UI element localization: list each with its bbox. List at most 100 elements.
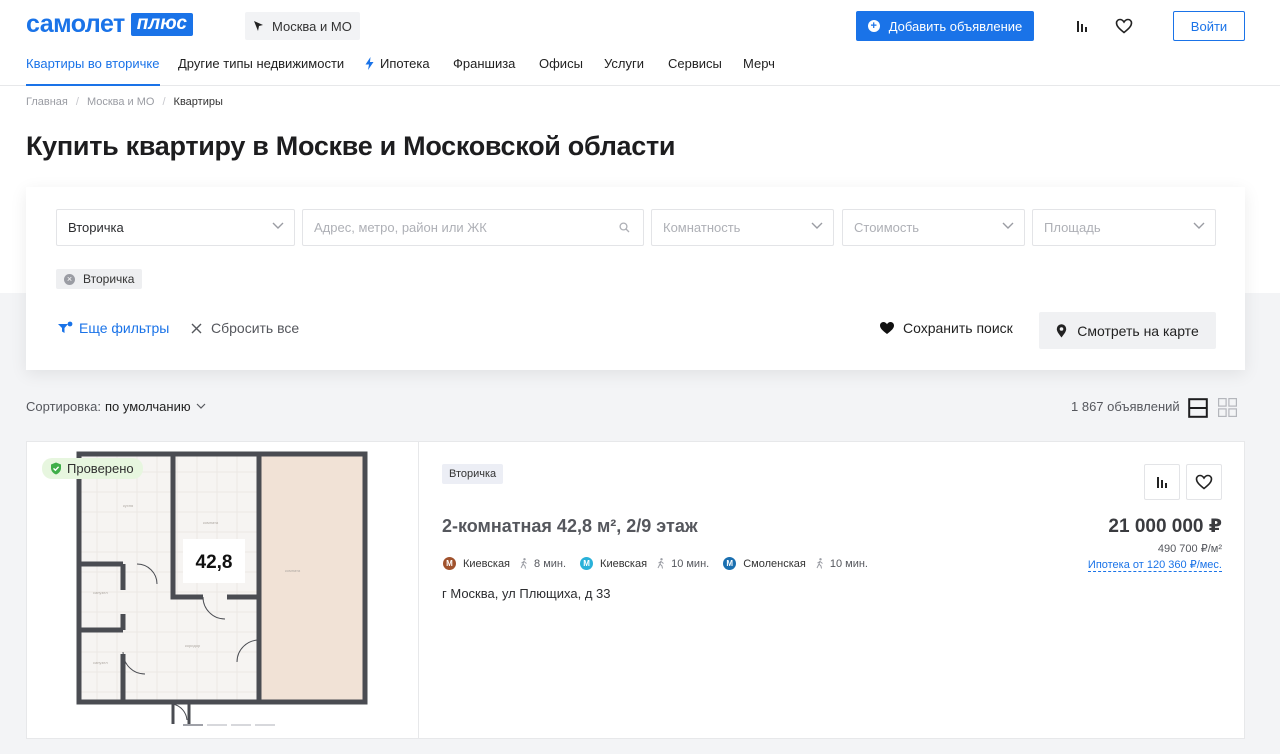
active-filter-chip[interactable]: × Вторичка — [56, 269, 143, 289]
show-on-map-label: Смотреть на карте — [1077, 322, 1199, 339]
list-view-icon[interactable] — [1188, 398, 1208, 423]
logo[interactable]: самолет плюс — [26, 12, 193, 37]
nav-item-mortgage[interactable]: Ипотека — [365, 56, 430, 86]
search-icon — [619, 222, 630, 233]
photo-dot[interactable] — [183, 724, 203, 726]
nav-item-services[interactable]: Услуги — [604, 56, 644, 86]
market-type-value: Вторичка — [68, 220, 124, 235]
more-filters-label: Еще фильтры — [79, 320, 170, 336]
svg-text:санузел: санузел — [93, 660, 108, 665]
metro-icon: M — [443, 557, 456, 570]
location-arrow-icon — [254, 21, 263, 31]
breadcrumb-home[interactable]: Главная — [26, 96, 68, 108]
reset-all-button[interactable]: Сбросить все — [191, 320, 299, 336]
page-title: Купить квартиру в Москве и Московской об… — [26, 131, 676, 161]
login-button[interactable]: Войти — [1173, 11, 1245, 41]
walking-icon — [816, 558, 823, 569]
nav-item-other-property[interactable]: Другие типы недвижимости — [178, 56, 344, 86]
add-listing-label: Добавить объявление — [888, 18, 1023, 34]
show-on-map-button[interactable]: Смотреть на карте — [1039, 312, 1216, 349]
breadcrumb: Главная / Москва и МО / Квартиры — [26, 96, 223, 108]
listing-type-tag: Вторичка — [442, 464, 504, 484]
breadcrumb-current: Квартиры — [173, 96, 223, 108]
more-filters-button[interactable]: Еще фильтры — [57, 320, 169, 336]
listing-photo[interactable]: 42,8 кухня комната комната санузел сануз… — [27, 442, 419, 738]
nav-item-tools[interactable]: Сервисы — [668, 56, 722, 86]
heart-icon — [1195, 474, 1213, 490]
sort-value: по умолчанию — [104, 399, 191, 414]
logo-plus: плюс — [130, 13, 193, 36]
svg-text:санузел: санузел — [93, 590, 108, 595]
region-label: Москва и МО — [272, 18, 352, 34]
metro-station-name: Киевская — [463, 557, 511, 570]
chevron-down-icon — [196, 403, 206, 409]
chevron-down-icon — [811, 222, 823, 229]
chevron-down-icon — [1193, 222, 1205, 229]
add-listing-button[interactable]: + Добавить объявление — [856, 11, 1034, 41]
photo-pagination — [183, 724, 275, 726]
nav-item-franchise[interactable]: Франшиза — [453, 56, 515, 86]
save-search-label: Сохранить поиск — [903, 320, 1013, 336]
logo-word: самолет — [26, 10, 125, 38]
listing-address: г Москва, ул Плющиха, д 33 — [442, 586, 611, 601]
compare-icon — [1157, 477, 1167, 488]
verified-label: Проверено — [67, 461, 134, 476]
sort-control[interactable]: Сортировка: по умолчанию — [26, 399, 206, 414]
verified-badge: Проверено — [42, 458, 143, 479]
nav-item-offices[interactable]: Офисы — [539, 56, 583, 86]
photo-dot[interactable] — [207, 724, 227, 726]
mortgage-link[interactable]: Ипотека от 120 360 ₽/мес. — [1087, 558, 1222, 572]
nav-item-mortgage-label: Ипотека — [380, 56, 430, 71]
market-type-select[interactable]: Вторичка — [56, 209, 295, 246]
region-selector[interactable]: Москва и МО — [245, 12, 360, 40]
metro-icon: M — [723, 557, 737, 570]
metro-station-name: Киевская — [600, 557, 648, 570]
metro-station: M Киевская 8 мин. — [443, 557, 566, 570]
metro-station: M Киевская 10 мин. — [580, 557, 709, 570]
area-placeholder: Площадь — [1044, 220, 1101, 235]
rooms-select[interactable]: Комнатность — [651, 209, 834, 246]
filter-funnel-icon — [58, 321, 73, 333]
listing-card[interactable]: 42,8 кухня комната комната санузел сануз… — [26, 441, 1245, 739]
favorites-heart-icon[interactable] — [1114, 16, 1134, 36]
area-select[interactable]: Площадь — [1032, 209, 1216, 246]
metro-icon: M — [580, 557, 594, 570]
save-search-button[interactable]: Сохранить поиск — [879, 320, 1013, 336]
svg-text:кухня: кухня — [123, 503, 133, 508]
price-per-m2: 490 700 ₽/м² — [1157, 543, 1222, 555]
metro-station-name: Смоленская — [743, 557, 806, 570]
breadcrumb-separator: / — [162, 96, 166, 108]
plus-icon: + — [867, 20, 880, 32]
price-select[interactable]: Стоимость — [842, 209, 1025, 246]
compare-button[interactable] — [1144, 464, 1180, 500]
header: самолет плюс Москва и МО + Добавить объя… — [0, 0, 1280, 52]
svg-text:коридор: коридор — [185, 643, 201, 648]
metro-walk-time: 8 мин. — [534, 557, 567, 570]
remove-chip-icon[interactable]: × — [64, 273, 75, 285]
metro-station: M Смоленская 10 мин. — [723, 557, 868, 570]
heart-filled-icon — [880, 322, 894, 334]
map-pin-icon — [1057, 323, 1067, 337]
metro-stations: M Киевская 8 мин. M Киевская 10 мин. M С… — [443, 557, 882, 570]
nav-item-secondary-apartments[interactable]: Квартиры во вторичке — [26, 56, 160, 86]
chevron-down-icon — [272, 222, 284, 229]
sort-label: Сортировка: — [26, 399, 101, 414]
address-placeholder: Адрес, метро, район или ЖК — [314, 220, 487, 235]
nav-item-merch[interactable]: Мерч — [743, 56, 775, 86]
breadcrumb-separator: / — [75, 96, 79, 108]
favorite-button[interactable] — [1186, 464, 1222, 500]
compare-icon[interactable] — [1072, 16, 1092, 36]
photo-dot[interactable] — [231, 724, 251, 726]
close-icon — [191, 323, 202, 333]
photo-dot[interactable] — [255, 724, 275, 726]
breadcrumb-region[interactable]: Москва и МО — [87, 96, 155, 108]
chevron-down-icon — [1002, 222, 1014, 229]
metro-walk-time: 10 мин. — [829, 557, 868, 570]
listing-title[interactable]: 2-комнатная 42,8 м², 2/9 этаж — [442, 516, 698, 537]
address-search-input[interactable]: Адрес, метро, район или ЖК — [302, 209, 644, 246]
walking-icon — [520, 558, 527, 569]
results-count: 1 867 объявлений — [1071, 399, 1180, 414]
shield-check-icon — [51, 462, 61, 475]
grid-view-icon[interactable] — [1218, 398, 1237, 422]
active-filter-label: Вторичка — [83, 272, 135, 286]
